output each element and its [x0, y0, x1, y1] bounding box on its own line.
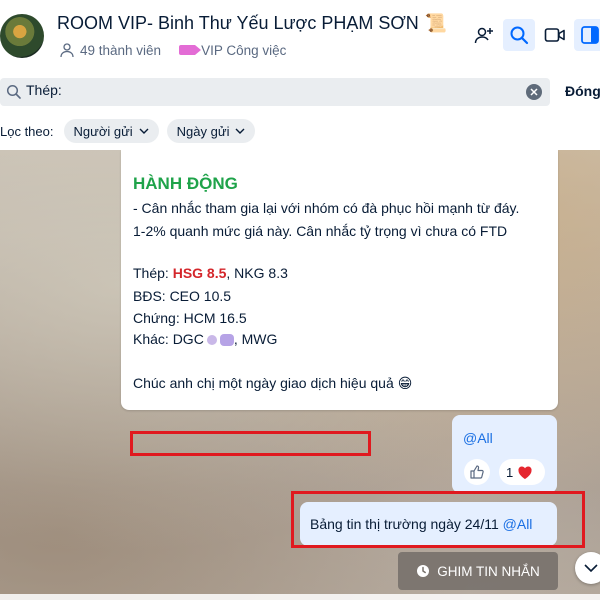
filter-date-label: Ngày gửi	[176, 123, 230, 139]
composer-edge	[0, 594, 600, 600]
add-member-button[interactable]	[468, 19, 500, 51]
group-title-text: ROOM VIP- Binh Thư Yếu Lược PHẠM SƠN	[57, 13, 419, 33]
filter-date-dropdown[interactable]: Ngày gửi	[166, 119, 256, 143]
group-title[interactable]: ROOM VIP- Binh Thư Yếu Lược PHẠM SƠN 📜	[57, 13, 447, 34]
close-search-button[interactable]: Đóng	[565, 83, 600, 99]
closing-text: Chúc anh chị một ngày giao dịch hiệu quả	[133, 375, 394, 391]
search-icon	[510, 26, 529, 45]
chevron-down-icon	[584, 564, 598, 572]
blurred-emoji-icon	[206, 335, 217, 345]
chevron-down-icon	[139, 128, 149, 134]
video-call-icon	[544, 28, 565, 42]
scroll-emoji-icon: 📜	[424, 13, 448, 33]
steel-line: Thép: HSG 8.5, NKG 8.3	[133, 265, 288, 281]
clock-icon	[417, 565, 430, 577]
category-tag-icon	[179, 45, 202, 55]
securities-line: Chứng: HCM 16.5	[133, 310, 247, 326]
reaction-count-badge[interactable]: 1	[499, 459, 545, 485]
heart-icon	[518, 466, 532, 479]
grin-emoji-icon: 😁	[397, 375, 413, 391]
filter-sender-label: Người gửi	[73, 123, 133, 139]
filter-sender-dropdown[interactable]: Người gửi	[63, 119, 159, 143]
steel-label: Thép:	[133, 265, 173, 281]
add-member-icon	[474, 27, 493, 44]
message-line: 1-2% quanh mức giá này. Cân nhắc tỷ trọn…	[133, 223, 508, 239]
search-toggle-button[interactable]	[503, 19, 535, 51]
message-search-bar	[0, 78, 550, 106]
members-icon	[60, 43, 74, 58]
blurred-emoji-icon	[219, 334, 234, 346]
annotation-highlight-box	[291, 491, 585, 548]
search-input[interactable]	[26, 82, 506, 98]
message-heading: HÀNH ĐỘNG	[133, 174, 238, 193]
group-avatar[interactable]	[0, 14, 44, 58]
thumbs-up-icon	[470, 465, 484, 479]
annotation-highlight-box	[130, 431, 371, 456]
real-estate-line: BĐS: CEO 10.5	[133, 288, 232, 304]
clear-search-button[interactable]	[526, 84, 542, 100]
video-call-button[interactable]	[539, 19, 571, 51]
group-meta: 49 thành viên VIP Công việc	[59, 42, 286, 58]
member-count[interactable]: 49 thành viên	[80, 43, 161, 58]
search-filters: Lọc theo: Người gửi Ngày gửi	[0, 118, 263, 144]
closing-line: Chúc anh chị một ngày giao dịch hiệu quả…	[133, 375, 412, 392]
steel-highlight: HSG 8.5	[172, 265, 227, 281]
mention-all-link[interactable]: @All	[463, 430, 493, 446]
scroll-to-bottom-button[interactable]	[575, 552, 600, 584]
reaction-count: 1	[506, 464, 514, 480]
like-reaction-button[interactable]	[464, 459, 490, 485]
filter-label: Lọc theo:	[0, 123, 54, 139]
search-field-icon	[6, 84, 21, 99]
message-bubble-recommendation[interactable]: HÀNH ĐỘNG - Cân nhắc tham gia lại với nh…	[121, 150, 558, 410]
chevron-down-icon	[235, 128, 245, 134]
category-tag[interactable]: VIP Công việc	[201, 43, 286, 58]
steel-rest: , NKG 8.3	[226, 265, 288, 281]
chat-header: ROOM VIP- Binh Thư Yếu Lược PHẠM SƠN 📜 49…	[0, 0, 600, 72]
other-rest: , MWG	[233, 331, 278, 347]
message-line: - Cân nhắc tham gia lại với nhóm có đà p…	[133, 200, 520, 216]
other-label: Khác: DGC	[133, 331, 204, 347]
close-icon	[530, 88, 538, 96]
other-line: Khác: DGC , MWG	[133, 331, 277, 347]
sidebar-toggle-button[interactable]	[574, 19, 600, 51]
pin-message-button[interactable]: GHIM TIN NHẮN	[398, 552, 558, 590]
sidebar-toggle-icon	[581, 26, 599, 44]
pin-message-label: GHIM TIN NHẮN	[437, 563, 540, 579]
message-bubble-mention[interactable]: @All 1	[452, 415, 557, 493]
chat-area[interactable]: HÀNH ĐỘNG - Cân nhắc tham gia lại với nh…	[0, 150, 600, 600]
